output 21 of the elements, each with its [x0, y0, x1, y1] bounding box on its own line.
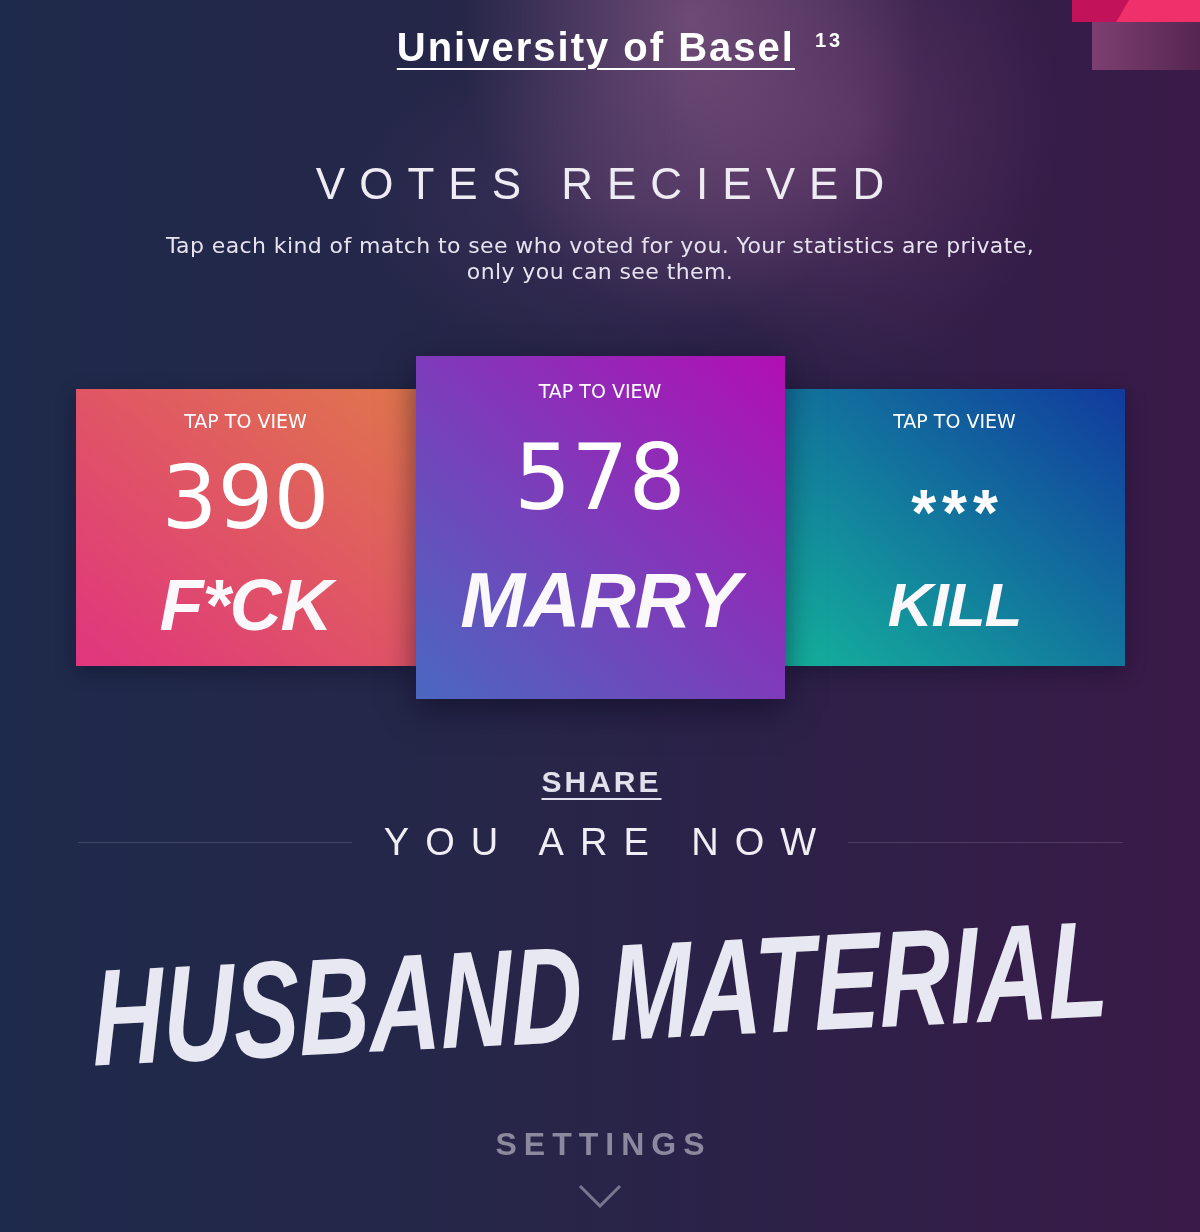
vote-card[interactable]: TAP TO VIEW 578 MARRY	[415, 356, 785, 699]
match-label: MARRY	[446, 557, 754, 643]
count-label: 13	[814, 28, 844, 52]
section-heading: VOTES RECIEVED	[314, 159, 899, 209]
match-label: F*CK	[145, 565, 346, 645]
tap-hint: TAP TO VIEW	[184, 409, 307, 433]
share-link[interactable]: SHARE	[538, 764, 662, 800]
settings-link[interactable]: SETTINGS	[488, 1124, 712, 1164]
vote-count: 578	[514, 432, 686, 524]
match-label: KILL	[886, 569, 1023, 641]
vote-count: 390	[161, 453, 330, 543]
vote-count: ***	[910, 476, 1004, 543]
university-link[interactable]: University of Basel	[396, 22, 795, 72]
tap-hint: TAP TO VIEW	[893, 409, 1016, 433]
vote-card[interactable]: TAP TO VIEW *** KILL	[784, 389, 1125, 666]
result-heading: YOU ARE NOW	[382, 820, 833, 864]
vote-card[interactable]: TAP TO VIEW 390 F*CK	[75, 389, 416, 666]
description-text: Tap each kind of match to see who voted for you. Your statistics are private, only you can see them.	[164, 233, 1036, 285]
tap-hint: TAP TO VIEW	[538, 379, 662, 403]
chevron-down-icon[interactable]	[578, 1184, 622, 1208]
result-title: HUSBAND MATERIAL	[89, 898, 1111, 1088]
